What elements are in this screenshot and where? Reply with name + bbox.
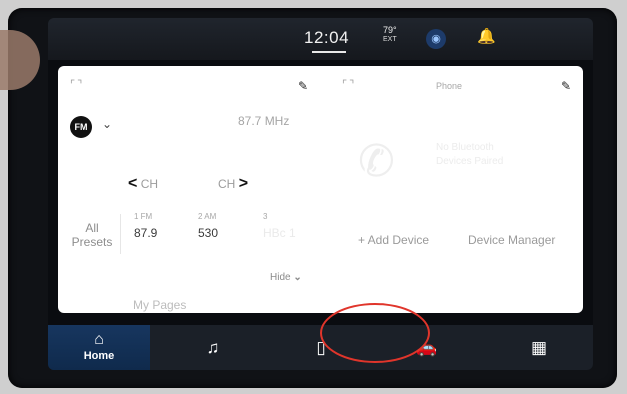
pencil-icon[interactable]: ✎	[561, 79, 571, 93]
chevron-down-icon: ⌄	[293, 272, 302, 283]
home-widgets-panel: ⌜⌝ ✎ ⌜⌝ Phone ✎ FM ⌄ 87.7 MHz < CH CH > …	[58, 66, 583, 313]
ch-prev-button[interactable]: < CH	[128, 175, 158, 193]
music-icon: ♫	[206, 338, 220, 357]
expand-icon[interactable]: ⌜⌝	[342, 78, 356, 91]
nav-home-label: Home	[83, 350, 115, 362]
divider	[120, 214, 121, 254]
my-pages-link[interactable]: My Pages	[133, 298, 186, 312]
preset-value: 87.9	[134, 226, 158, 240]
ch-next-button[interactable]: CH >	[218, 175, 248, 193]
voice-icon[interactable]: ◉	[426, 29, 446, 49]
frequency: 87.7 MHz	[238, 114, 290, 128]
phone-icon: ✆	[358, 137, 395, 186]
ch-prev-label: CH	[140, 177, 159, 191]
device-manager-button[interactable]: Device Manager	[468, 233, 555, 247]
infotainment-screen: 12:04 79° EXT ◉ 🔔 ⌜⌝ ✎ ⌜⌝ Phone ✎ FM ⌄ 8…	[48, 18, 593, 370]
preset-value: HBc 1	[263, 226, 296, 240]
all-presets-button[interactable]: All Presets	[68, 221, 116, 249]
preset-1[interactable]: 1 FM 87.9	[134, 212, 157, 240]
clock-underline	[312, 51, 346, 53]
preset-3[interactable]: 3 HBc 1	[263, 212, 296, 240]
hide-button[interactable]: Hide ⌄	[270, 272, 302, 283]
nav-home[interactable]: ⌂ Home	[48, 325, 150, 370]
temperature: 79° EXT	[383, 25, 397, 45]
expand-icon[interactable]: ⌜⌝	[70, 78, 84, 91]
status-bar: 12:04 79° EXT ◉ 🔔	[48, 18, 593, 60]
nav-music[interactable]: ♫	[198, 325, 228, 370]
preset-label: 3	[263, 212, 268, 221]
preset-2[interactable]: 2 AM 530	[198, 212, 218, 240]
preset-label: 2 AM	[198, 212, 217, 221]
ghost-line-2: Devices Paired	[436, 156, 504, 167]
home-icon: ⌂	[94, 331, 104, 348]
nav-apps[interactable]: ▦	[524, 325, 554, 370]
clock: 12:04	[304, 28, 350, 47]
highlight-circle	[320, 303, 430, 363]
temperature-label: EXT	[383, 36, 397, 43]
pencil-icon[interactable]: ✎	[298, 79, 308, 93]
band-badge[interactable]: FM	[70, 116, 92, 138]
ch-next-label: CH	[218, 177, 236, 191]
apps-grid-icon: ▦	[530, 338, 548, 357]
chevron-down-icon[interactable]: ⌄	[102, 117, 112, 131]
temperature-value: 79°	[383, 25, 397, 35]
hide-label: Hide	[270, 272, 291, 283]
phone-status-ghost: No Bluetooth Devices Paired	[436, 141, 503, 169]
add-device-button[interactable]: + Add Device	[358, 233, 429, 247]
phone-widget-title: Phone	[436, 81, 463, 91]
ghost-line-1: No Bluetooth	[436, 142, 494, 153]
preset-label: 1 FM	[134, 212, 153, 221]
preset-value: 530	[198, 226, 219, 240]
bell-icon[interactable]: 🔔	[477, 27, 496, 45]
